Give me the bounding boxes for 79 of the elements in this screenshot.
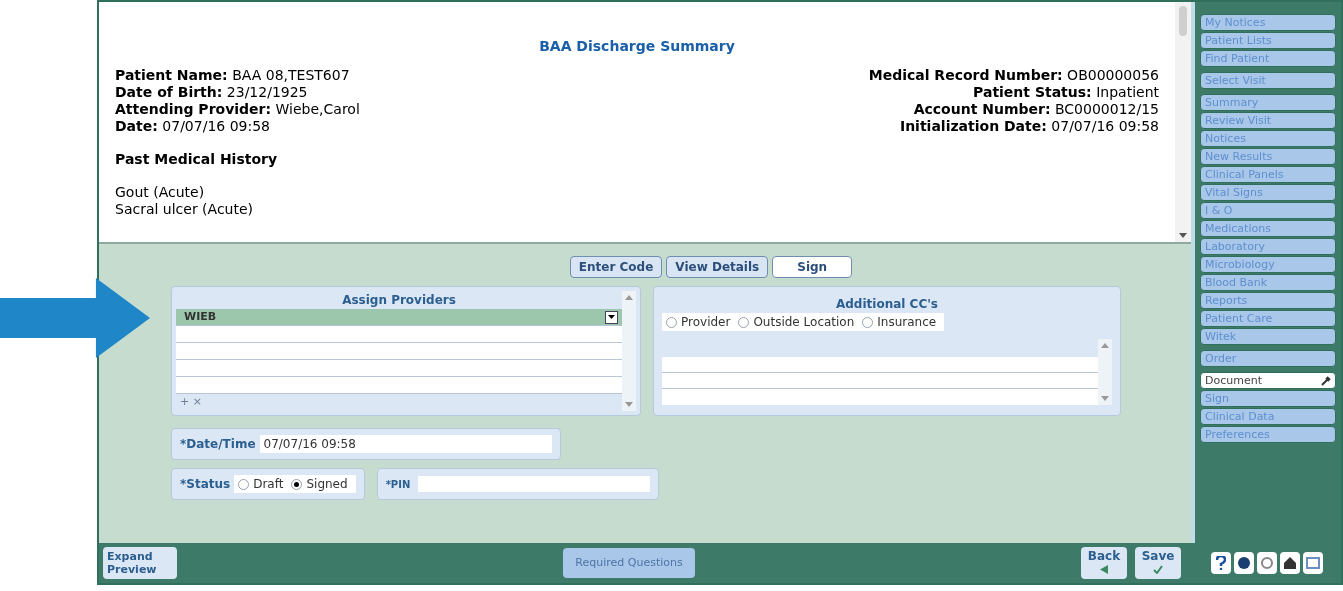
patient-field: Date of Birth: 23/12/1925 bbox=[115, 84, 360, 101]
nav-button[interactable]: Medications bbox=[1200, 220, 1336, 237]
nav-button[interactable]: Find Patient bbox=[1200, 50, 1336, 67]
nav-button[interactable]: Laboratory bbox=[1200, 238, 1336, 255]
panel-title: Assign Providers bbox=[341, 292, 457, 309]
scroll-down-icon bbox=[1179, 233, 1187, 238]
checkmark-icon bbox=[1153, 565, 1163, 574]
nav-button[interactable]: Blood Bank bbox=[1200, 274, 1336, 291]
home-icon[interactable] bbox=[1280, 552, 1300, 574]
patient-field: Patient Name: BAA 08,TEST607 bbox=[115, 67, 360, 84]
nav-button[interactable]: Witek bbox=[1200, 328, 1336, 345]
arrow-icon bbox=[0, 278, 150, 358]
option-label: Insurance bbox=[877, 314, 937, 331]
record-field: Patient Status: Inpatient bbox=[973, 84, 1159, 101]
toolbar-tab[interactable]: Enter Code bbox=[569, 256, 663, 278]
add-remove-controls[interactable]: + × bbox=[176, 394, 202, 411]
scrollbar[interactable] bbox=[622, 291, 636, 411]
nav-button[interactable]: Order bbox=[1200, 350, 1336, 367]
datetime-field[interactable]: 07/07/16 09:58 bbox=[259, 435, 552, 453]
history-item: Gout (Acute) bbox=[115, 184, 206, 201]
record-field: Account Number: BC0000012/15 bbox=[913, 101, 1159, 118]
option-label: Draft bbox=[253, 476, 284, 493]
nav-button[interactable]: Select Visit bbox=[1200, 72, 1336, 89]
help-icon[interactable] bbox=[1211, 552, 1231, 574]
record-field: Initialization Date: 07/07/16 09:58 bbox=[899, 118, 1159, 135]
nav-button[interactable]: Notices bbox=[1200, 130, 1336, 147]
option-label: Outside Location bbox=[753, 314, 855, 331]
radio-button[interactable] bbox=[238, 478, 250, 490]
expand-preview-button[interactable]: Expand Preview bbox=[103, 547, 177, 579]
nav-button[interactable]: Clinical Data bbox=[1200, 408, 1336, 425]
history-item: Sacral ulcer (Acute) bbox=[115, 201, 255, 218]
patient-field: Date: 07/07/16 09:58 bbox=[115, 118, 360, 135]
provider-row[interactable] bbox=[176, 343, 622, 360]
nav-button[interactable]: Microbiology bbox=[1200, 256, 1336, 273]
toolbar-tab[interactable]: Sign bbox=[772, 256, 853, 278]
radio-button[interactable] bbox=[862, 316, 874, 328]
patient-field: Attending Provider: Wiebe,Carol bbox=[115, 101, 360, 118]
field-label: *Status bbox=[180, 476, 231, 493]
nav-button[interactable]: Patient Lists bbox=[1200, 32, 1336, 49]
nav-button[interactable]: Vital Signs bbox=[1200, 184, 1336, 201]
nav-button[interactable]: Document bbox=[1200, 372, 1336, 389]
nav-button[interactable]: I & O bbox=[1200, 202, 1336, 219]
option-label: Signed bbox=[306, 476, 348, 493]
nav-button[interactable]: Sign bbox=[1200, 390, 1336, 407]
scroll-up-icon bbox=[625, 295, 633, 300]
scroll-thumb[interactable] bbox=[1179, 6, 1187, 36]
scrollbar[interactable] bbox=[1175, 2, 1191, 242]
provider-row[interactable] bbox=[176, 360, 622, 377]
left-triangle-icon bbox=[1100, 565, 1108, 574]
scrollbar[interactable] bbox=[1098, 339, 1112, 405]
dropdown-icon[interactable] bbox=[605, 310, 618, 324]
nav-button[interactable]: Clinical Panels bbox=[1200, 166, 1336, 183]
nav-button[interactable]: Review Visit bbox=[1200, 112, 1336, 129]
radio-button[interactable] bbox=[666, 316, 677, 328]
option-label: Provider bbox=[681, 314, 731, 331]
nav-button[interactable]: My Notices bbox=[1200, 14, 1336, 31]
provider-row[interactable]: WIEB bbox=[176, 309, 622, 326]
nav-button[interactable]: New Results bbox=[1200, 148, 1336, 165]
field-label: *Date/Time bbox=[180, 436, 256, 453]
nav-button[interactable]: Reports bbox=[1200, 292, 1336, 309]
pin-icon bbox=[1321, 375, 1331, 386]
nav-button[interactable]: Patient Care bbox=[1200, 310, 1336, 327]
nav-button[interactable]: Preferences bbox=[1200, 426, 1336, 443]
scroll-down-icon bbox=[1101, 396, 1109, 401]
field-label: *PIN bbox=[385, 477, 411, 492]
record-field: Medical Record Number: OB00000056 bbox=[868, 67, 1159, 84]
provider-row[interactable] bbox=[176, 377, 622, 394]
document-title: BAA Discharge Summary bbox=[538, 38, 736, 55]
nav-button[interactable]: Summary bbox=[1200, 94, 1336, 111]
back-button[interactable]: Back bbox=[1081, 547, 1127, 579]
section-title: Past Medical History bbox=[115, 151, 279, 168]
scroll-up-icon bbox=[1101, 343, 1109, 348]
scroll-down-icon bbox=[625, 402, 633, 407]
save-button[interactable]: Save bbox=[1135, 547, 1181, 579]
radio-button[interactable] bbox=[291, 478, 303, 490]
radio-button[interactable] bbox=[738, 316, 750, 328]
toolbar-tab[interactable]: View Details bbox=[666, 256, 769, 278]
pin-field[interactable] bbox=[418, 476, 650, 492]
panel-title: Additional CC's bbox=[834, 296, 939, 313]
